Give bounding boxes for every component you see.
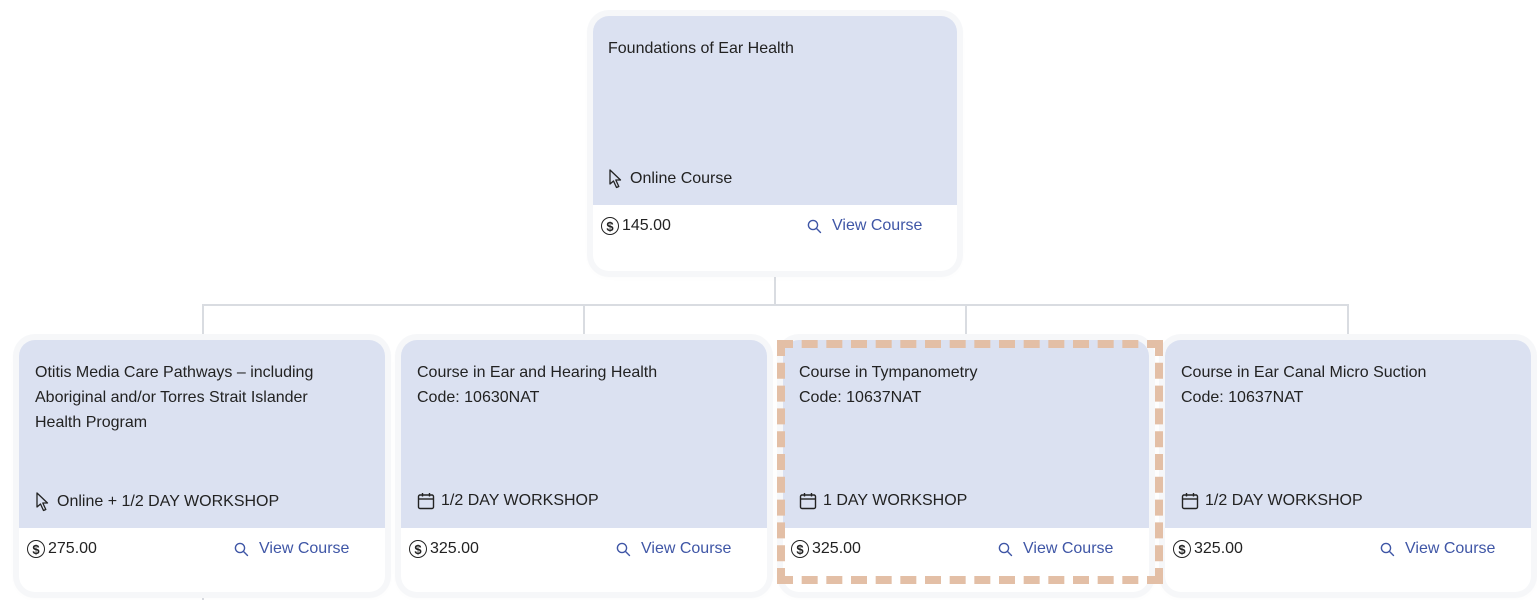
course-card-footer: $ 145.00 View Course bbox=[593, 205, 957, 271]
course-card-footer: $ 275.00 View Course bbox=[19, 528, 385, 592]
course-format: 1/2 DAY WORKSHOP bbox=[1181, 492, 1363, 510]
course-card-header: Course in Ear Canal Micro Suction Code: … bbox=[1165, 340, 1531, 528]
course-price: $ 275.00 bbox=[27, 540, 97, 558]
course-price: $ 325.00 bbox=[791, 540, 861, 558]
course-format: Online Course bbox=[608, 169, 732, 189]
view-course-link[interactable]: View Course bbox=[234, 540, 349, 558]
course-format: 1/2 DAY WORKSHOP bbox=[417, 492, 599, 510]
view-course-link[interactable]: View Course bbox=[616, 540, 731, 558]
course-card-footer: $ 325.00 View Course bbox=[401, 528, 767, 592]
course-title: Course in Ear Canal Micro Suction Code: … bbox=[1181, 364, 1427, 406]
search-icon bbox=[1380, 542, 1395, 556]
course-card-ear-hearing-health[interactable]: Course in Ear and Hearing Health Code: 1… bbox=[401, 340, 767, 592]
course-format: Online + 1/2 DAY WORKSHOP bbox=[35, 492, 279, 512]
search-icon bbox=[616, 542, 631, 556]
search-icon bbox=[234, 542, 249, 556]
view-course-link[interactable]: View Course bbox=[998, 540, 1113, 558]
tree-connector-vertical-root bbox=[774, 270, 776, 306]
dollar-icon: $ bbox=[791, 540, 809, 558]
course-price-value: 325.00 bbox=[430, 540, 479, 557]
course-card-header: Foundations of Ear Health Online Course bbox=[593, 16, 957, 205]
view-course-link[interactable]: View Course bbox=[1380, 540, 1495, 558]
course-format-label: 1/2 DAY WORKSHOP bbox=[441, 492, 599, 509]
view-course-label: View Course bbox=[259, 540, 350, 557]
course-price-value: 145.00 bbox=[622, 217, 671, 234]
tree-connector-child-3 bbox=[965, 304, 967, 340]
dollar-icon: $ bbox=[601, 217, 619, 235]
calendar-icon bbox=[1181, 493, 1199, 510]
course-title: Course in Tympanometry Code: 10637NAT bbox=[799, 364, 978, 406]
course-price: $ 325.00 bbox=[409, 540, 479, 558]
tree-connector-child-2 bbox=[583, 304, 585, 340]
search-icon bbox=[998, 542, 1013, 556]
dollar-icon: $ bbox=[409, 540, 427, 558]
course-card-otitis-media[interactable]: Otitis Media Care Pathways – including A… bbox=[19, 340, 385, 592]
course-price-value: 275.00 bbox=[48, 540, 97, 557]
course-price-value: 325.00 bbox=[812, 540, 861, 557]
calendar-icon bbox=[417, 493, 435, 510]
cursor-icon bbox=[609, 169, 622, 189]
course-price: $ 145.00 bbox=[601, 217, 671, 235]
course-price: $ 325.00 bbox=[1173, 540, 1243, 558]
course-format: 1 DAY WORKSHOP bbox=[799, 492, 967, 510]
course-title: Otitis Media Care Pathways – including A… bbox=[35, 364, 314, 431]
course-format-label: Online + 1/2 DAY WORKSHOP bbox=[57, 493, 280, 510]
tree-connector-child-1 bbox=[202, 304, 204, 340]
course-title: Course in Ear and Hearing Health Code: 1… bbox=[417, 364, 658, 406]
course-card-header: Otitis Media Care Pathways – including A… bbox=[19, 340, 385, 528]
view-course-label: View Course bbox=[1023, 540, 1114, 557]
course-card-footer: $ 325.00 View Course bbox=[783, 528, 1149, 592]
calendar-icon bbox=[799, 493, 817, 510]
course-card-header: Course in Ear and Hearing Health Code: 1… bbox=[401, 340, 767, 528]
course-format-label: 1/2 DAY WORKSHOP bbox=[1205, 492, 1363, 509]
course-card-micro-suction[interactable]: Course in Ear Canal Micro Suction Code: … bbox=[1165, 340, 1531, 592]
course-card-tympanometry[interactable]: Course in Tympanometry Code: 10637NAT 1 … bbox=[783, 340, 1149, 592]
course-title: Foundations of Ear Health bbox=[608, 40, 794, 57]
view-course-label: View Course bbox=[832, 217, 923, 234]
course-card-footer: $ 325.00 View Course bbox=[1165, 528, 1531, 592]
cursor-icon bbox=[36, 492, 49, 512]
course-format-label: Online Course bbox=[630, 170, 733, 187]
course-price-value: 325.00 bbox=[1194, 540, 1243, 557]
view-course-link[interactable]: View Course bbox=[807, 217, 922, 235]
tree-connector-horizontal bbox=[202, 304, 1348, 306]
view-course-label: View Course bbox=[641, 540, 732, 557]
search-icon bbox=[807, 219, 822, 233]
tree-connector-child-4 bbox=[1347, 304, 1349, 340]
course-card-foundations[interactable]: Foundations of Ear Health Online Course … bbox=[593, 16, 957, 271]
view-course-label: View Course bbox=[1405, 540, 1496, 557]
dollar-icon: $ bbox=[27, 540, 45, 558]
dollar-icon: $ bbox=[1173, 540, 1191, 558]
course-format-label: 1 DAY WORKSHOP bbox=[823, 492, 968, 509]
course-card-header: Course in Tympanometry Code: 10637NAT 1 … bbox=[783, 340, 1149, 528]
